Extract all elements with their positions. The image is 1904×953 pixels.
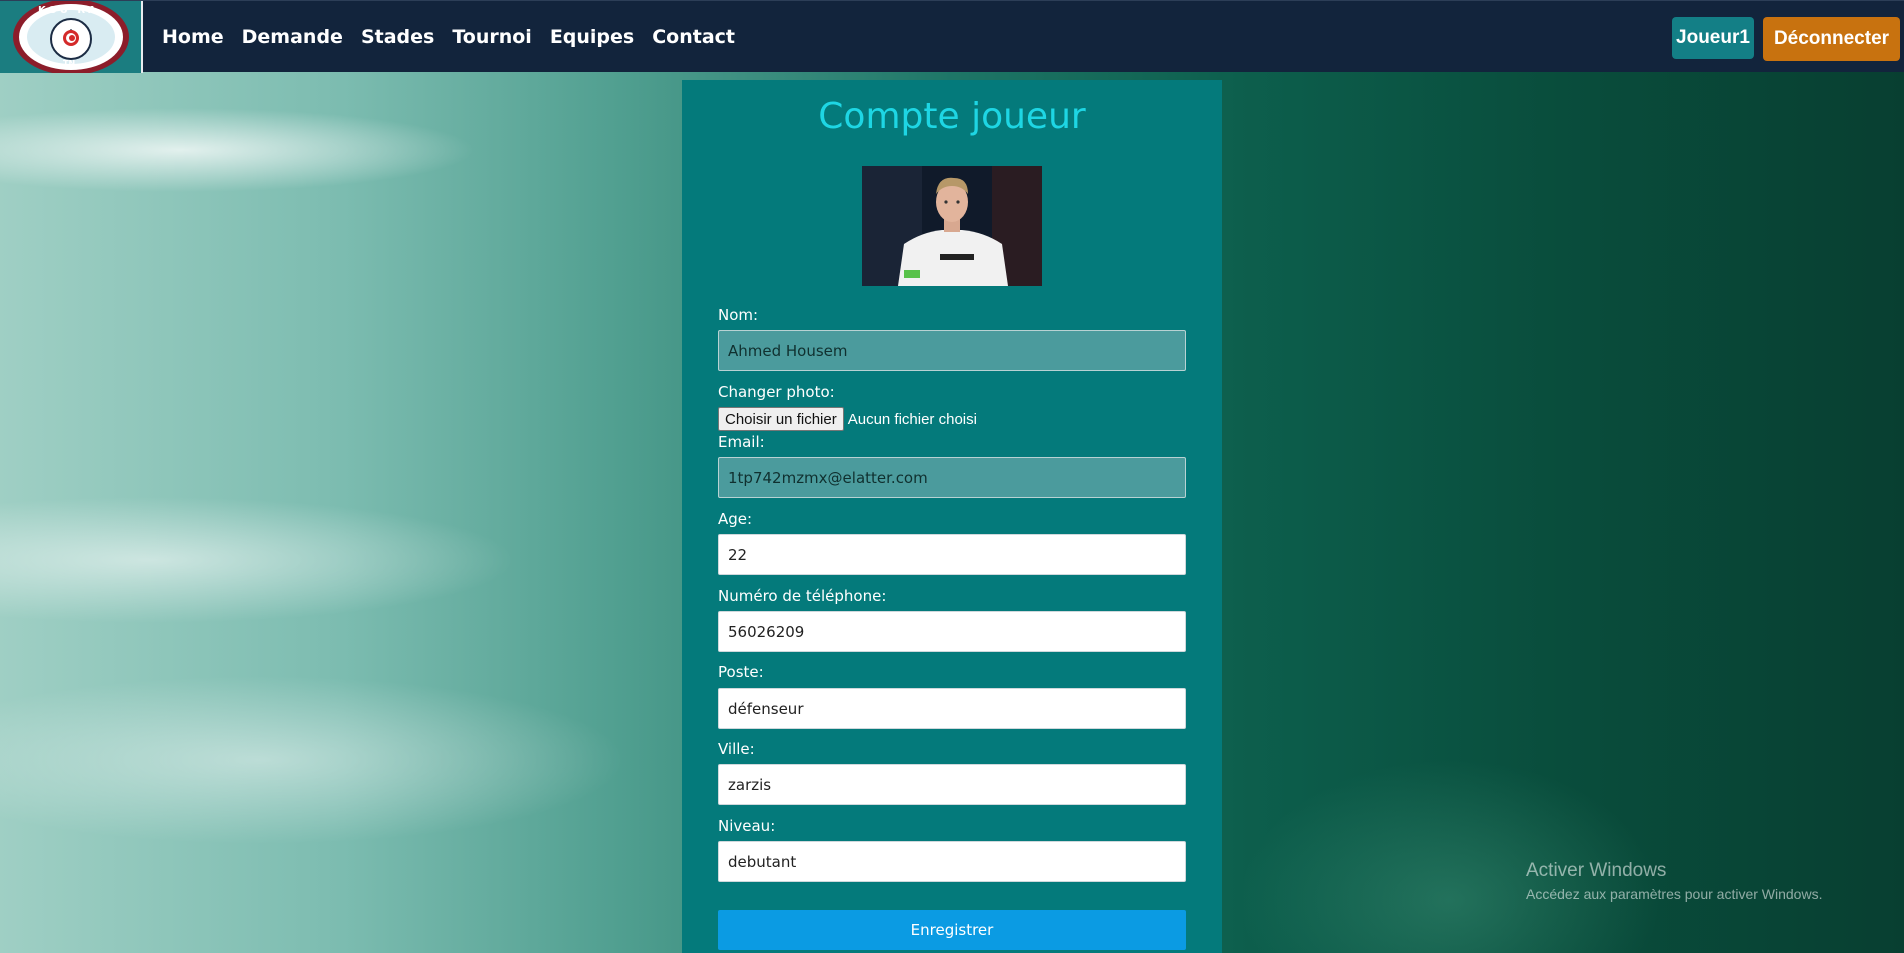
change-photo-label: Changer photo: bbox=[718, 383, 835, 401]
email-field[interactable] bbox=[718, 457, 1186, 498]
navbar: KOU RA TN Home Demande Stades Tournoi Eq… bbox=[0, 0, 1904, 73]
file-picker: Choisir un fichier Aucun fichier choisi bbox=[718, 407, 977, 431]
nav-link-contact[interactable]: Contact bbox=[652, 26, 735, 48]
save-button[interactable]: Enregistrer bbox=[718, 910, 1186, 950]
page-title: Compte joueur bbox=[818, 96, 1086, 137]
nav-link-tournoi[interactable]: Tournoi bbox=[452, 26, 531, 48]
nom-field[interactable] bbox=[718, 330, 1186, 371]
ville-label: Ville: bbox=[718, 740, 755, 758]
player-portrait-icon bbox=[862, 166, 1042, 286]
ville-field[interactable] bbox=[718, 764, 1186, 805]
user-account-button[interactable]: Joueur1 bbox=[1672, 17, 1754, 59]
main-nav: Home Demande Stades Tournoi Equipes Cont… bbox=[162, 1, 735, 73]
age-label: Age: bbox=[718, 510, 753, 528]
windows-activation-title: Activer Windows bbox=[1526, 860, 1667, 881]
logo-top-text: KOU RA bbox=[38, 5, 99, 16]
niveau-label: Niveau: bbox=[718, 817, 776, 835]
niveau-field[interactable] bbox=[718, 841, 1186, 882]
windows-activation-subtitle: Accédez aux paramètres pour activer Wind… bbox=[1526, 886, 1823, 902]
nav-link-demande[interactable]: Demande bbox=[242, 26, 343, 48]
age-field[interactable] bbox=[718, 534, 1186, 575]
telephone-field[interactable] bbox=[718, 611, 1186, 652]
player-photo bbox=[862, 166, 1042, 286]
email-label: Email: bbox=[718, 433, 765, 451]
poste-label: Poste: bbox=[718, 663, 764, 681]
logout-button[interactable]: Déconnecter bbox=[1763, 17, 1900, 61]
nom-label: Nom: bbox=[718, 306, 759, 324]
file-status-text: Aucun fichier choisi bbox=[847, 410, 977, 428]
choose-file-button[interactable]: Choisir un fichier bbox=[718, 407, 844, 431]
nav-link-home[interactable]: Home bbox=[162, 26, 224, 48]
site-logo[interactable]: KOU RA TN bbox=[0, 1, 143, 73]
poste-field[interactable] bbox=[718, 688, 1186, 729]
telephone-label: Numéro de téléphone: bbox=[718, 587, 887, 605]
player-account-card: Compte joueur Nom: Changer photo: Choisi… bbox=[682, 80, 1222, 953]
logo-bottom-text: TN bbox=[63, 59, 76, 68]
nav-link-stades[interactable]: Stades bbox=[361, 26, 434, 48]
nav-link-equipes[interactable]: Equipes bbox=[550, 26, 634, 48]
